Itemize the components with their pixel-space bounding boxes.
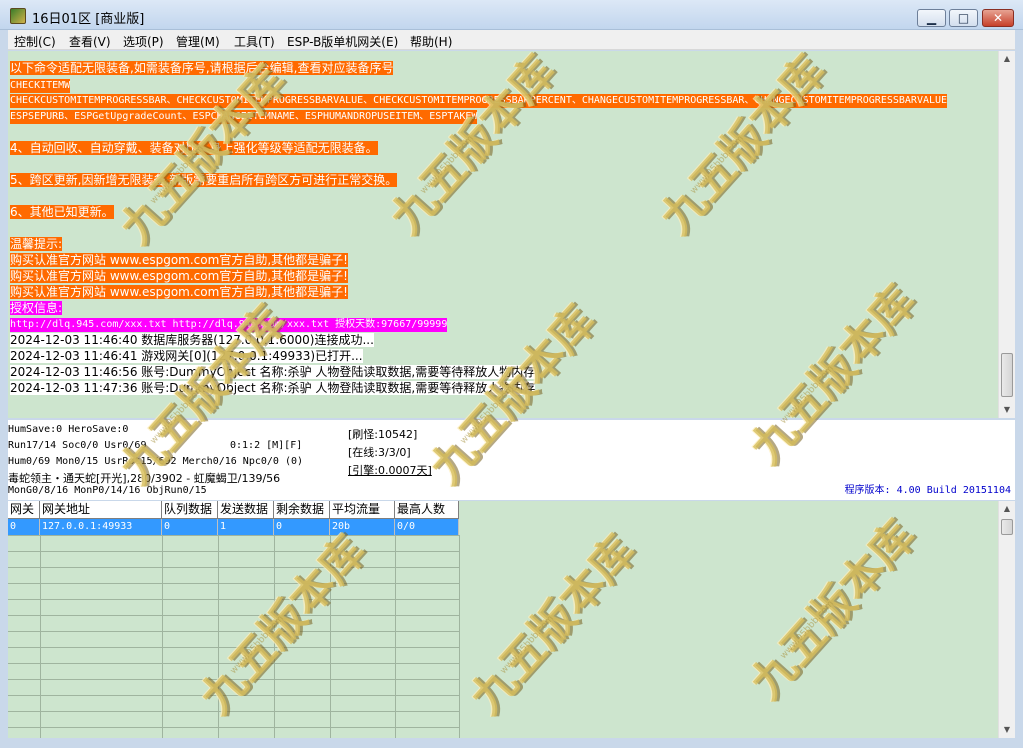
log-line: 购买认准官方网站 www.espgom.com官方自助,其他都是骗子! (10, 269, 348, 283)
menu-manage[interactable]: 管理(M) (176, 33, 220, 50)
column-header[interactable]: 发送数据 (218, 501, 274, 519)
status-mon: MonG0/8/16 MonP0/14/16 ObjRun0/15 (8, 485, 207, 496)
close-icon: ✕ (992, 11, 1004, 25)
program-version: 程序版本: 4.00 Build 20151104 (844, 485, 1011, 496)
status-save: HumSave:0 HeroSave:0 (8, 424, 129, 435)
scroll-up-arrow-icon[interactable]: ▲ (999, 51, 1015, 67)
table-cell: 0 (162, 519, 218, 535)
scroll-up-arrow-icon[interactable]: ▲ (999, 501, 1015, 517)
log-line: 5、跨区更新,因新增无限装备,新版需要重启所有跨区方可进行正常交换。 (10, 173, 398, 187)
grid-col-line (330, 535, 331, 738)
log-line: 2024-12-03 11:46:41 游戏网关[0](127.0.0.1:49… (10, 349, 363, 363)
minimize-button[interactable]: ▁ (917, 9, 946, 27)
log-line: http://dlq.945.com/xxx.txt http://dlq.94… (10, 318, 448, 332)
log-line: 购买认准官方网站 www.espgom.com官方自助,其他都是骗子! (10, 285, 348, 299)
column-header[interactable]: 剩余数据 (274, 501, 330, 519)
status-hum: Hum0/69 Mon0/15 UsrRot15/692 Merch0/16 N… (8, 456, 304, 467)
menu-options[interactable]: 选项(P) (123, 33, 164, 50)
scroll-thumb[interactable] (1001, 353, 1013, 397)
table-cell: 0 (8, 519, 40, 535)
table-cell: 0 (274, 519, 330, 535)
grid-row-lines (8, 535, 459, 738)
engine-uptime: [引擎:0.0007天] (348, 464, 432, 477)
log-line: 4、自动回收、自动穿戴、装备对比、身上强化等级等适配无限装备。 (10, 141, 378, 155)
scroll-down-arrow-icon[interactable]: ▼ (999, 402, 1015, 418)
refresh-monster-count: [刷怪:10542] (348, 428, 418, 441)
log-line: 2024-12-03 11:47:36 账号:DummyObject 名称:杀驴… (10, 381, 536, 395)
log-panel[interactable]: 以下命令适配无限装备,如需装备序号,请根据后台编辑,查看对应装备序号 CHECK… (8, 51, 998, 418)
menu-bar: 控制(C) 查看(V) 选项(P) 管理(M) 工具(T) ESP-B版单机网关… (8, 30, 1015, 50)
log-line: 授权信息: (10, 301, 63, 315)
log-line: CHECKITEMW (10, 79, 71, 93)
grid-col-line (274, 535, 275, 738)
window-title: 16日01区 [商业版] (32, 12, 145, 27)
menu-tools[interactable]: 工具(T) (234, 33, 275, 50)
log-scrollbar[interactable]: ▲ ▼ (998, 51, 1015, 418)
scroll-down-arrow-icon[interactable]: ▼ (999, 722, 1015, 738)
log-line: 2024-12-03 11:46:40 数据库服务器(127.0.0.1:600… (10, 333, 374, 347)
grid-col-line (40, 535, 41, 738)
column-header[interactable]: 最高人数 (395, 501, 459, 519)
scroll-thumb[interactable] (1001, 519, 1013, 535)
table-cell: 0/0 (395, 519, 459, 535)
table-cell: 1 (218, 519, 274, 535)
column-header[interactable]: 队列数据 (162, 501, 218, 519)
table-cell: 127.0.0.1:49933 (40, 519, 162, 535)
column-header[interactable]: 网关 (8, 501, 40, 519)
app-icon[interactable] (10, 8, 26, 24)
table-header: 网关 网关地址 队列数据 发送数据 剩余数据 平均流量 最高人数 (8, 501, 459, 519)
status-monster: 毒蛇领主・通天蛇[开光],280/3902 - 虹魔蝎卫/139/56 (8, 472, 281, 485)
log-line: 以下命令适配无限装备,如需装备序号,请根据后台编辑,查看对应装备序号 (10, 61, 394, 75)
table-scrollbar[interactable]: ▲ ▼ (998, 501, 1015, 738)
menu-control[interactable]: 控制(C) (14, 33, 56, 50)
menu-esp-gateway[interactable]: ESP-B版单机网关(E) (287, 33, 398, 50)
online-count: [在线:3/3/0] (348, 446, 411, 459)
maximize-icon: □ (957, 11, 970, 25)
table-row[interactable]: 0 127.0.0.1:49933 0 1 0 20b 0/0 (8, 519, 459, 535)
menu-view[interactable]: 查看(V) (69, 33, 111, 50)
log-line: 2024-12-03 11:46:56 账号:DummyObject 名称:杀驴… (10, 365, 536, 379)
status-panel: HumSave:0 HeroSave:0 Run17/14 Soc0/0 Usr… (8, 420, 1015, 500)
column-header[interactable]: 网关地址 (40, 501, 162, 519)
column-header[interactable]: 平均流量 (330, 501, 395, 519)
menu-help[interactable]: 帮助(H) (410, 33, 452, 50)
grid-col-line (162, 535, 163, 738)
grid-col-line (218, 535, 219, 738)
title-bar[interactable]: 16日01区 [商业版] ▁ □ ✕ (0, 0, 1023, 30)
log-line: ESPSEPURB、ESPGetUpgradeCount、ESPCHANGEIT… (10, 110, 478, 124)
log-line: CHECKCUSTOMITEMPROGRESSBAR、CHECKCUSTOMIT… (10, 94, 948, 108)
close-button[interactable]: ✕ (982, 9, 1014, 27)
log-line: 温馨提示: (10, 237, 63, 251)
grid-col-line (395, 535, 396, 738)
gateway-table[interactable]: 网关 网关地址 队列数据 发送数据 剩余数据 平均流量 最高人数 0 127.0… (8, 501, 998, 738)
table-cell: 20b (330, 519, 395, 535)
log-line: 购买认准官方网站 www.espgom.com官方自助,其他都是骗子! (10, 253, 348, 267)
status-time: 0:1:2 [M][F] (230, 440, 303, 451)
status-run: Run17/14 Soc0/0 Usr0/69 (8, 440, 147, 451)
maximize-button[interactable]: □ (949, 9, 978, 27)
log-line: 6、其他已知更新。 (10, 205, 114, 219)
minimize-icon: ▁ (926, 11, 937, 25)
grid-col-line (459, 535, 460, 738)
